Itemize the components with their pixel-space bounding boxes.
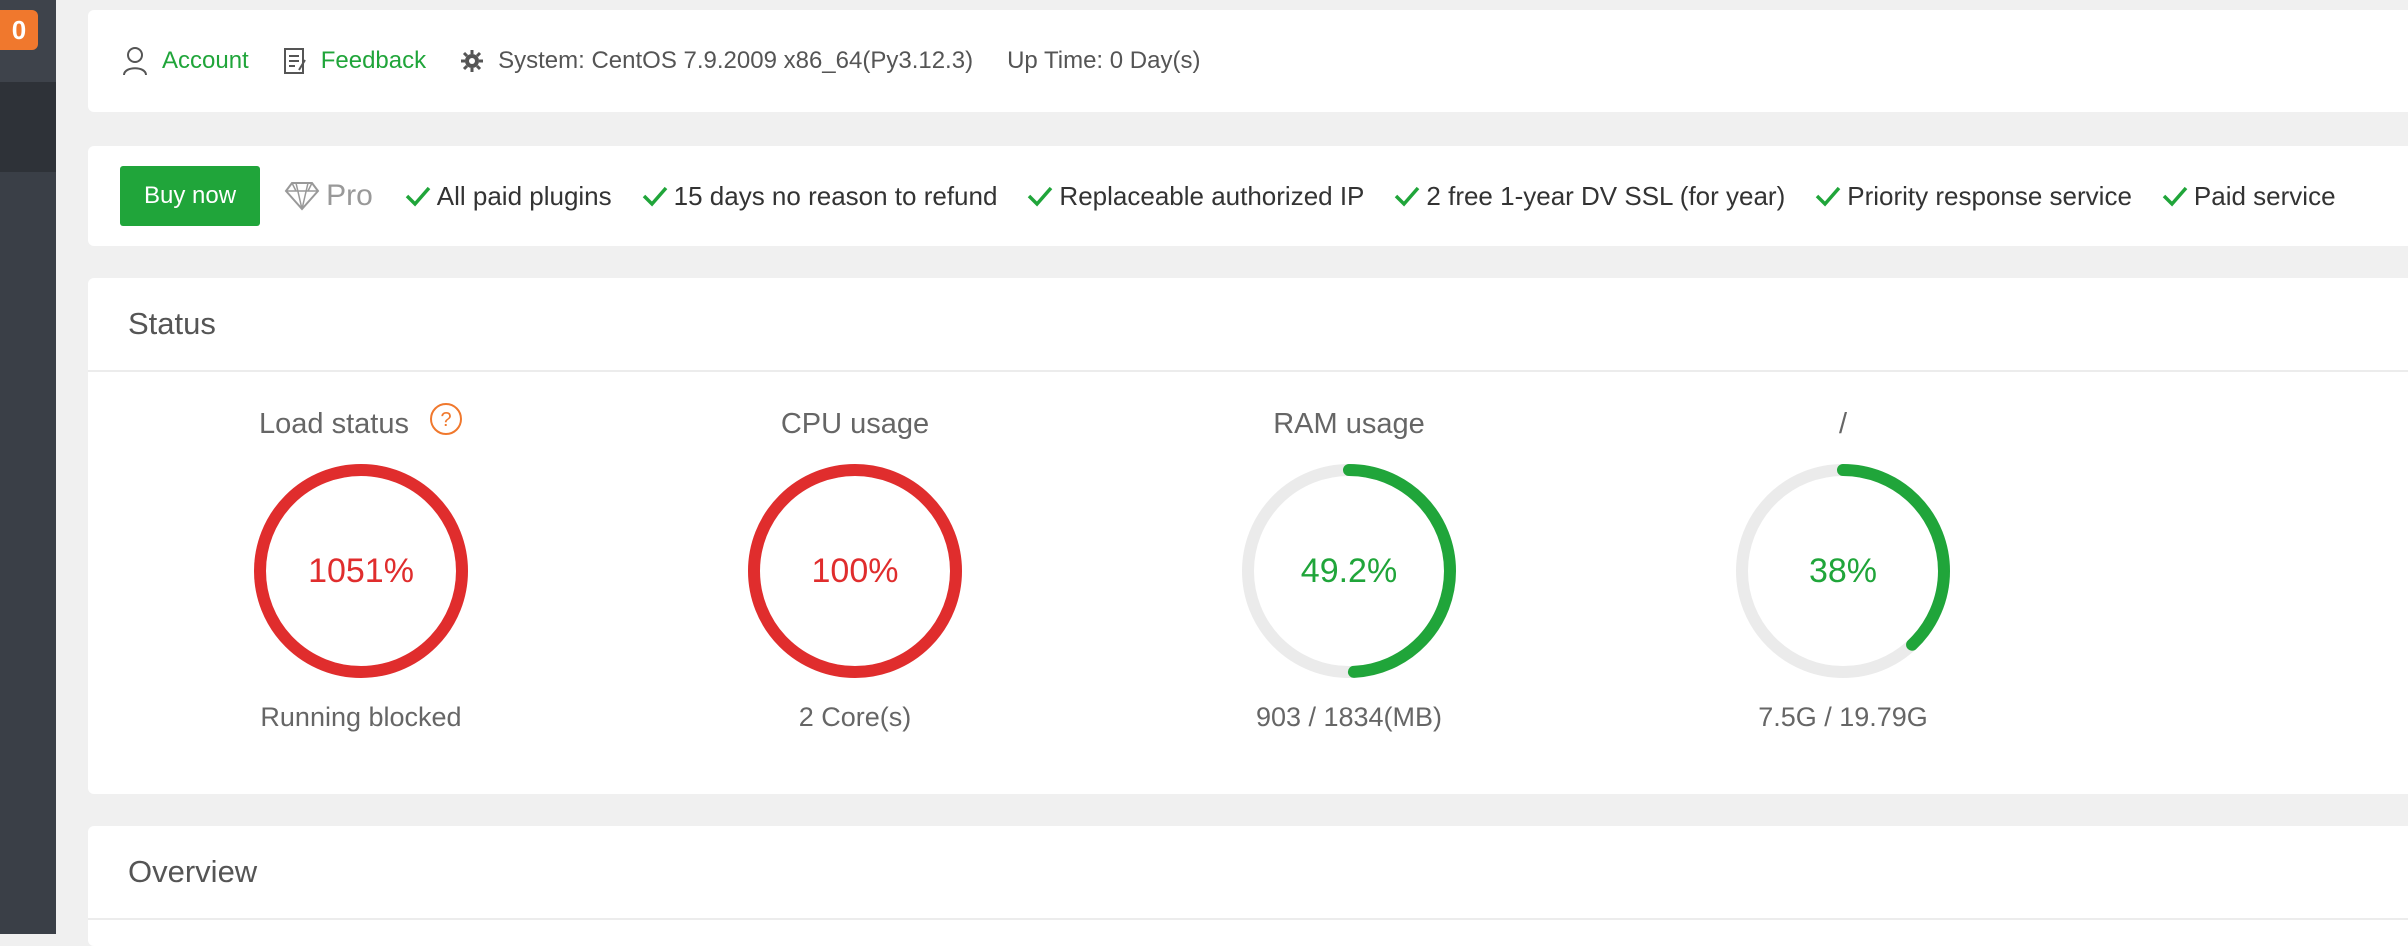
gauge-title-label: / [1838,408,1848,440]
pro-label: Pro [284,179,373,213]
pro-bar: Buy now Pro All paid plugins 15 days no r… [88,146,2408,246]
help-icon[interactable]: ? [429,402,463,447]
feature-label: Replaceable authorized IP [1059,180,1365,211]
gauge-ring: 1051% [252,462,470,680]
feedback-icon [283,48,306,74]
gauge-title-label: Load status [259,408,409,440]
gauge-ring: 38% [1734,462,1952,680]
gauge-title: RAM usage [1199,404,1499,444]
check-icon [2162,186,2188,207]
feedback-link[interactable]: Feedback [283,46,426,76]
diamond-icon [284,182,320,211]
feature-item: Paid service [2162,181,2336,212]
overview-card: Overview [88,826,2408,946]
feedback-label: Feedback [320,47,427,74]
gauge-title: Load status? [211,402,511,447]
buy-now-button[interactable]: Buy now [120,166,261,226]
feature-label: 15 days no reason to refund [673,180,998,211]
feature-item: All paid plugins [405,181,612,212]
overview-header: Overview [88,826,2408,920]
gauge-subtext: Running blocked [260,702,462,732]
gauge-value: 100% [811,552,899,590]
feature-item: 15 days no reason to refund [642,180,998,212]
gauge-title-label: RAM usage [1273,408,1425,440]
sidebar-active-item[interactable] [0,82,56,172]
check-icon [405,186,431,207]
feature-item: 2 free 1-year DV SSL (for year) [1394,181,1785,212]
svg-text:?: ? [440,409,451,431]
sidebar: 0 [0,0,56,934]
gear-icon [461,50,484,72]
check-icon [1028,186,1053,207]
gauge-ring: 49.2% [1240,462,1458,680]
feature-list: All paid plugins 15 days no reason to ref… [405,181,2366,212]
gauge-subtext: 903 / 1834(MB) [1255,702,1443,732]
feature-label: Priority response service [1847,180,2132,211]
check-icon [1816,186,1841,207]
feature-item: Priority response service [1815,181,2132,212]
gauge-value: 38% [1808,552,1878,590]
user-icon [123,47,147,76]
feature-label: 2 free 1-year DV SSL (for year) [1426,180,1786,211]
gauge-subtext: 2 Core(s) [798,702,912,732]
check-icon [1395,186,1420,207]
status-gauge[interactable]: CPU usage 100% 2 Core(s) [705,404,1005,733]
gauge-title-label: CPU usage [780,408,930,440]
status-gauge[interactable]: / 38% 7.5G / 19.79G [1693,404,1993,733]
account-link[interactable]: Account [122,46,249,76]
gauge-subtext: 7.5G / 19.79G [1758,702,1928,732]
system-label: System: CentOS 7.9.2009 x86_64(Py3.12.3) [498,47,974,74]
check-icon [642,186,667,207]
status-gauge[interactable]: RAM usage 49.2% 903 / 1834(MB) [1199,404,1499,733]
status-gauge[interactable]: Load status? 1051% Running blocked [211,402,511,733]
gauge-ring: 100% [746,462,964,680]
notification-badge[interactable]: 0 [0,10,38,50]
gauge-value: 1051% [308,552,414,590]
feature-label: Paid service [2193,180,2336,211]
feature-item: Replaceable authorized IP [1027,181,1364,212]
gauge-title: CPU usage [705,404,1005,444]
status-header: Status [88,278,2408,372]
gauge-title: / [1693,404,1993,444]
feature-label: All paid plugins [436,180,612,211]
uptime-label: Up Time: 0 Day(s) [1007,47,1201,74]
top-info-bar: Account Feedback System: CentOS 7.9.2009… [88,10,2408,112]
uptime-info: Up Time: 0 Day(s) [1007,47,1200,75]
account-label: Account [162,47,249,74]
pro-text: Pro [326,179,373,212]
system-info: System: CentOS 7.9.2009 x86_64(Py3.12.3) [460,47,973,75]
gauge-value: 49.2% [1300,552,1398,590]
status-card: Status Load status? 1051% Running blocked C… [88,278,2408,794]
